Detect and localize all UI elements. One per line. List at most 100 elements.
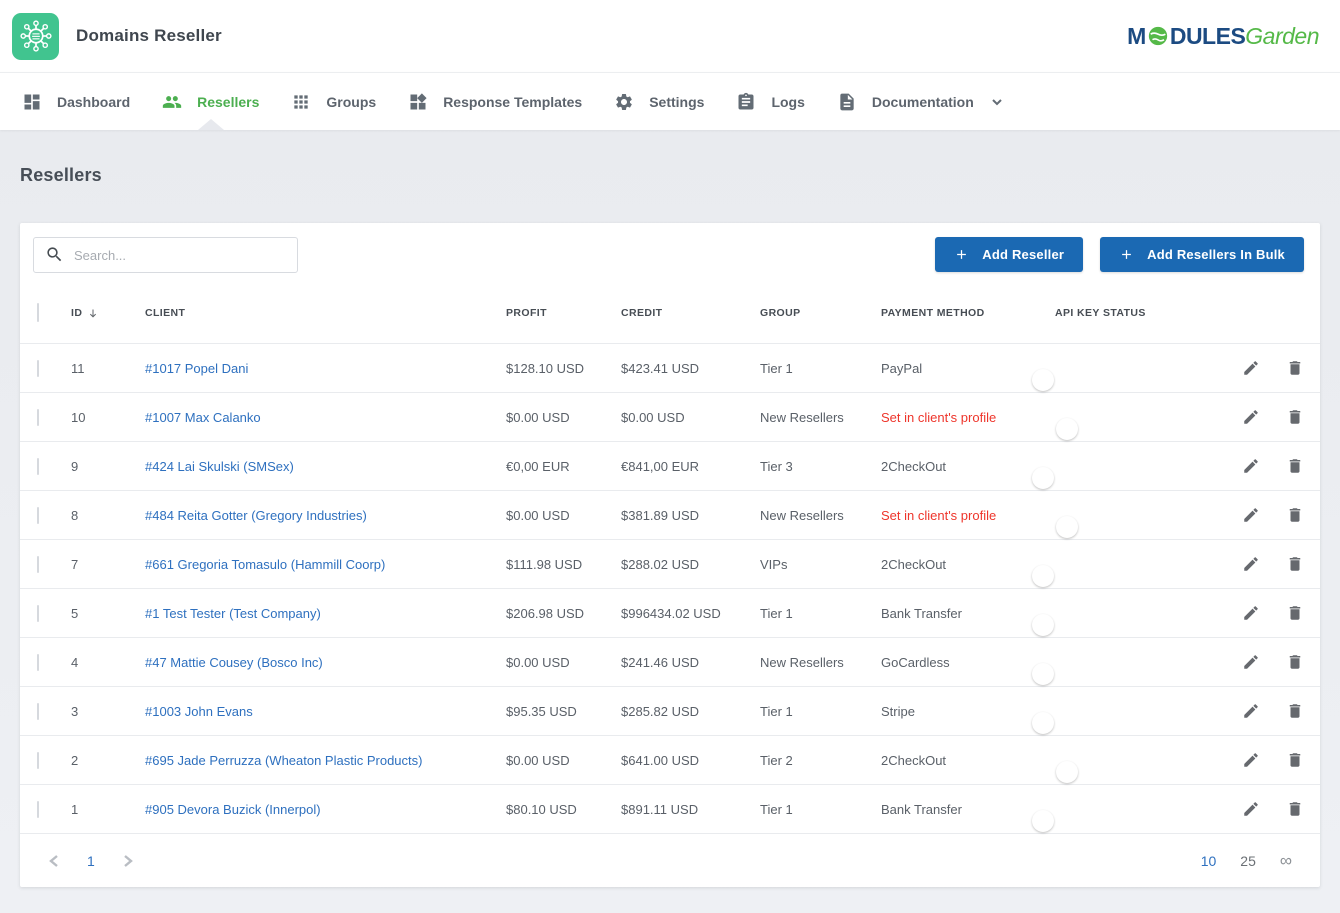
delete-trash-icon[interactable]	[1286, 702, 1304, 720]
edit-pencil-icon[interactable]	[1242, 653, 1260, 671]
cell-profit: $0.00 USD	[506, 655, 621, 670]
edit-pencil-icon[interactable]	[1242, 457, 1260, 475]
cell-credit: $241.46 USD	[621, 655, 760, 670]
cell-group: Tier 1	[760, 606, 881, 621]
delete-trash-icon[interactable]	[1286, 457, 1304, 475]
cell-credit: $285.82 USD	[621, 704, 760, 719]
row-actions	[1242, 408, 1304, 426]
row-actions	[1242, 653, 1304, 671]
cell-credit: $381.89 USD	[621, 508, 760, 523]
main-nav: Dashboard Resellers Groups Response Temp…	[0, 72, 1340, 130]
page-number-current[interactable]: 1	[87, 853, 95, 869]
next-page-icon[interactable]	[122, 854, 134, 868]
row-checkbox[interactable]	[37, 752, 39, 769]
select-all-checkbox[interactable]	[37, 303, 39, 322]
add-reseller-label: Add Reseller	[982, 247, 1064, 262]
nav-item-groups[interactable]: Groups	[283, 73, 400, 130]
brand-text-garden: Garden	[1245, 25, 1319, 48]
page-size-25[interactable]: 25	[1240, 853, 1256, 869]
client-link[interactable]: #1003 John Evans	[145, 704, 506, 719]
column-header-id[interactable]: ID	[71, 307, 145, 320]
row-checkbox[interactable]	[37, 801, 39, 818]
cell-id: 4	[71, 655, 145, 670]
table-row: 2 #695 Jade Perruzza (Wheaton Plastic Pr…	[20, 735, 1320, 784]
edit-pencil-icon[interactable]	[1242, 506, 1260, 524]
row-checkbox[interactable]	[37, 360, 39, 377]
edit-pencil-icon[interactable]	[1242, 359, 1260, 377]
row-checkbox[interactable]	[37, 703, 39, 720]
dashboard-icon	[22, 92, 42, 112]
edit-pencil-icon[interactable]	[1242, 604, 1260, 622]
page-size-10[interactable]: 10	[1201, 853, 1217, 869]
row-checkbox[interactable]	[37, 605, 39, 622]
row-actions	[1242, 359, 1304, 377]
client-link[interactable]: #1017 Popel Dani	[145, 361, 506, 376]
toggle-knob	[1032, 565, 1054, 587]
table-row: 11 #1017 Popel Dani $128.10 USD $423.41 …	[20, 343, 1320, 392]
nav-item-settings[interactable]: Settings	[606, 73, 728, 130]
row-checkbox[interactable]	[37, 507, 39, 524]
edit-pencil-icon[interactable]	[1242, 751, 1260, 769]
edit-pencil-icon[interactable]	[1242, 555, 1260, 573]
previous-page-icon[interactable]	[48, 854, 60, 868]
client-link[interactable]: #1007 Max Calanko	[145, 410, 506, 425]
column-header-credit: CREDIT	[621, 307, 760, 319]
table-body: 11 #1017 Popel Dani $128.10 USD $423.41 …	[20, 343, 1320, 833]
brand-text-dules: DULES	[1170, 25, 1245, 48]
app-header: Domains Reseller M DULES Garden	[0, 0, 1340, 72]
delete-trash-icon[interactable]	[1286, 506, 1304, 524]
table-toolbar: Add Reseller Add Resellers In Bulk	[20, 223, 1320, 283]
row-checkbox[interactable]	[37, 458, 39, 475]
toggle-knob	[1032, 712, 1054, 734]
brand-text-m: M	[1127, 25, 1146, 48]
client-link[interactable]: #1 Test Tester (Test Company)	[145, 606, 506, 621]
cell-profit: $0.00 USD	[506, 410, 621, 425]
cell-credit: $423.41 USD	[621, 361, 760, 376]
client-link[interactable]: #424 Lai Skulski (SMSex)	[145, 459, 506, 474]
cell-id: 10	[71, 410, 145, 425]
row-checkbox[interactable]	[37, 654, 39, 671]
cell-credit: $891.11 USD	[621, 802, 760, 817]
edit-pencil-icon[interactable]	[1242, 800, 1260, 818]
cell-group: New Resellers	[760, 410, 881, 425]
add-resellers-in-bulk-button[interactable]: Add Resellers In Bulk	[1100, 237, 1304, 272]
delete-trash-icon[interactable]	[1286, 653, 1304, 671]
client-link[interactable]: #695 Jade Perruzza (Wheaton Plastic Prod…	[145, 753, 506, 768]
nav-item-response-templates[interactable]: Response Templates	[400, 73, 606, 130]
nav-label: Resellers	[197, 94, 259, 110]
delete-trash-icon[interactable]	[1286, 408, 1304, 426]
app-logo	[12, 13, 59, 60]
search-input[interactable]	[33, 237, 298, 273]
nav-item-logs[interactable]: Logs	[728, 73, 828, 130]
edit-pencil-icon[interactable]	[1242, 408, 1260, 426]
row-checkbox[interactable]	[37, 556, 39, 573]
page-size-infinity[interactable]: ∞	[1280, 851, 1292, 871]
client-link[interactable]: #905 Devora Buzick (Innerpol)	[145, 802, 506, 817]
column-header-client: CLIENT	[145, 307, 506, 319]
client-link[interactable]: #47 Mattie Cousey (Bosco Inc)	[145, 655, 506, 670]
add-reseller-button[interactable]: Add Reseller	[935, 237, 1083, 272]
row-checkbox[interactable]	[37, 409, 39, 426]
cell-group: Tier 3	[760, 459, 881, 474]
nav-item-documentation[interactable]: Documentation	[829, 73, 1027, 130]
nav-item-dashboard[interactable]: Dashboard	[14, 73, 154, 130]
page-size-selector: 10 25 ∞	[1201, 851, 1292, 871]
cell-id: 5	[71, 606, 145, 621]
toggle-knob	[1056, 418, 1078, 440]
resellers-card: Add Reseller Add Resellers In Bulk ID CL…	[20, 223, 1320, 887]
client-link[interactable]: #484 Reita Gotter (Gregory Industries)	[145, 508, 506, 523]
nav-label: Response Templates	[443, 94, 582, 110]
column-label-api-key-status: API KEY STATUS	[1055, 307, 1146, 319]
delete-trash-icon[interactable]	[1286, 359, 1304, 377]
delete-trash-icon[interactable]	[1286, 751, 1304, 769]
delete-trash-icon[interactable]	[1286, 800, 1304, 818]
app-title: Domains Reseller	[76, 26, 222, 46]
cell-group: Tier 1	[760, 704, 881, 719]
delete-trash-icon[interactable]	[1286, 555, 1304, 573]
grid-apps-icon	[291, 92, 311, 112]
edit-pencil-icon[interactable]	[1242, 702, 1260, 720]
delete-trash-icon[interactable]	[1286, 604, 1304, 622]
nav-label: Settings	[649, 94, 704, 110]
client-link[interactable]: #661 Gregoria Tomasulo (Hammill Coorp)	[145, 557, 506, 572]
cell-id: 9	[71, 459, 145, 474]
